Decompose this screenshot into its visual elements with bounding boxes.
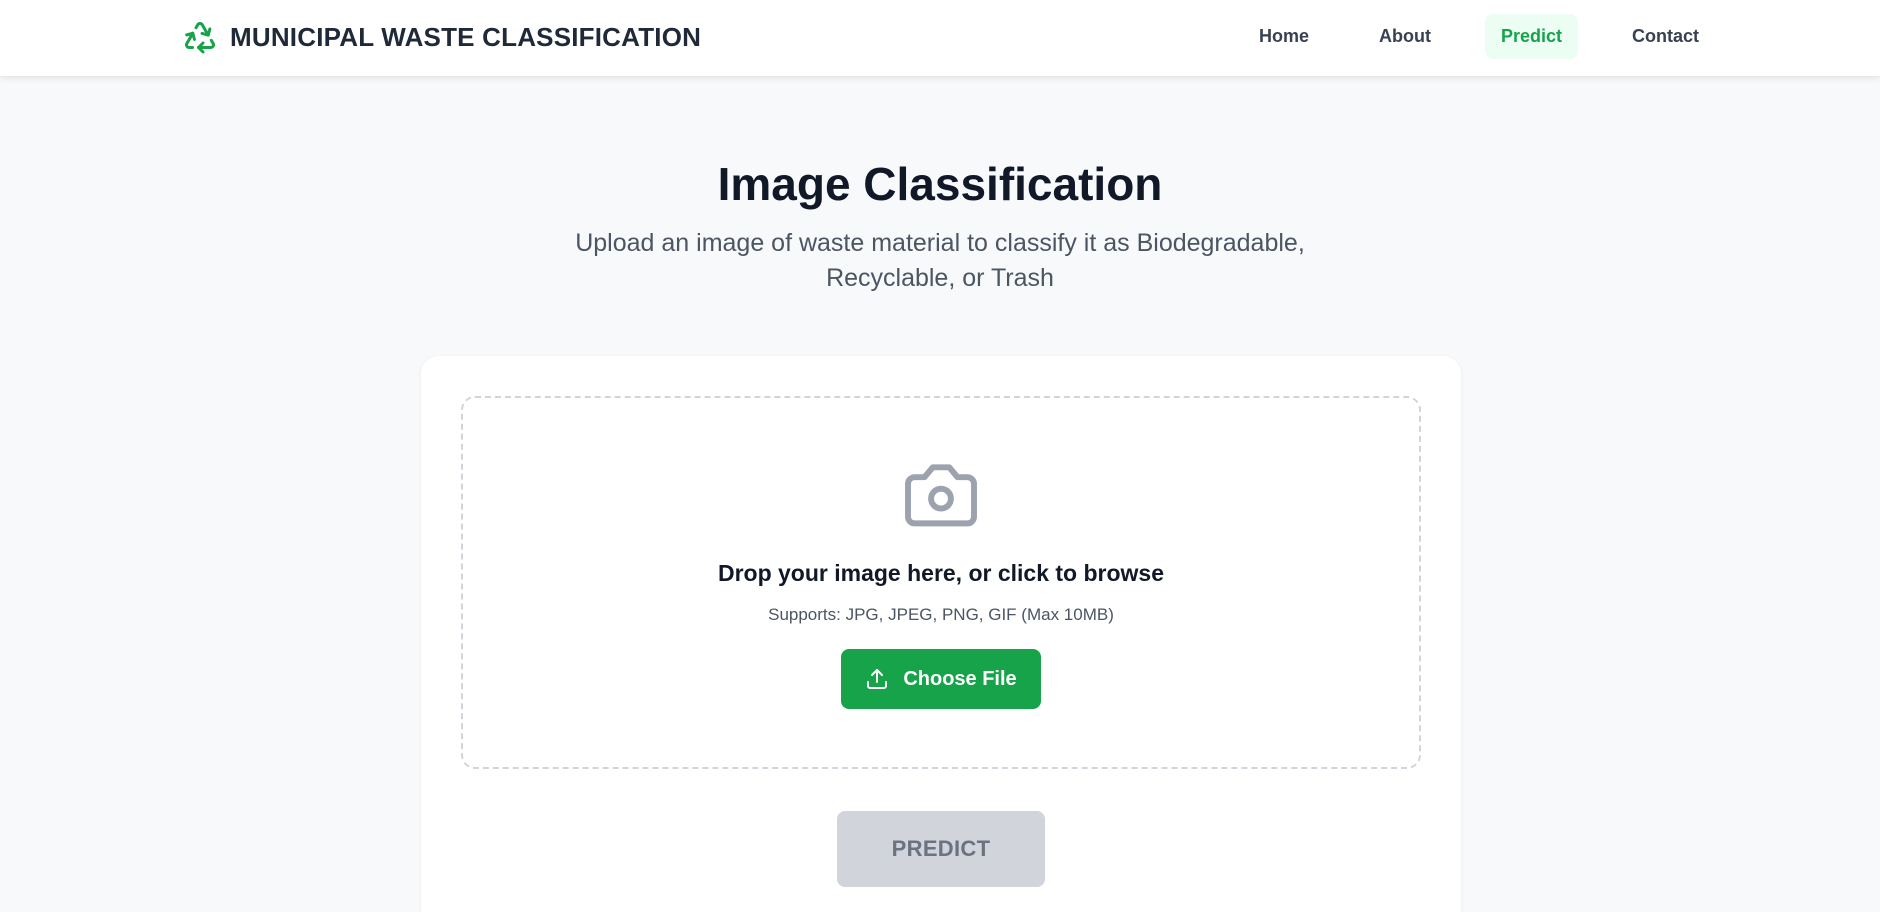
page-title: Image Classification — [717, 158, 1163, 210]
main-nav: Home About Predict Contact — [1243, 13, 1715, 59]
choose-file-label: Choose File — [903, 667, 1017, 690]
predict-button[interactable]: PREDICT — [837, 811, 1045, 887]
choose-file-button[interactable]: Choose File — [841, 649, 1041, 709]
dropzone-title: Drop your image here, or click to browse — [717, 560, 1165, 586]
nav-home[interactable]: Home — [1243, 14, 1325, 59]
image-dropzone[interactable]: Drop your image here, or click to browse… — [461, 396, 1421, 769]
camera-icon — [901, 464, 981, 530]
top-navbar: MUNICIPAL WASTE CLASSIFICATION Home Abou… — [0, 0, 1880, 76]
nav-about[interactable]: About — [1363, 14, 1447, 59]
recycle-icon — [182, 18, 218, 56]
nav-contact[interactable]: Contact — [1616, 14, 1715, 59]
nav-predict[interactable]: Predict — [1485, 13, 1579, 59]
upload-icon — [865, 667, 889, 691]
page-subtitle: Upload an image of waste material to cla… — [575, 229, 1305, 292]
brand[interactable]: MUNICIPAL WASTE CLASSIFICATION — [182, 17, 701, 57]
supported-formats-hint: Supports: JPG, JPEG, PNG, GIF (Max 10MB) — [768, 605, 1114, 624]
upload-card: Drop your image here, or click to browse… — [421, 356, 1461, 912]
brand-title: MUNICIPAL WASTE CLASSIFICATION — [230, 21, 702, 52]
